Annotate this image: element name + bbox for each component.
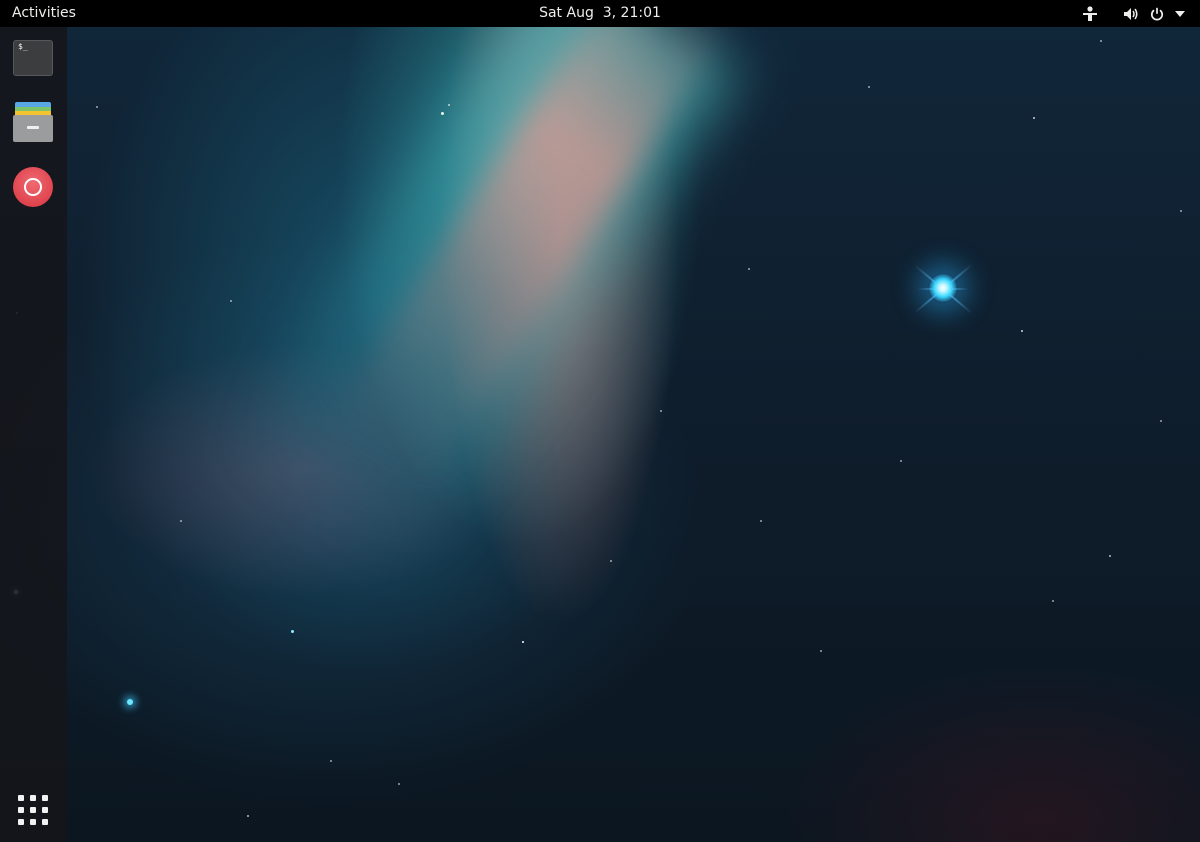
dash-item-help[interactable] bbox=[10, 164, 56, 210]
dash: $_ bbox=[0, 27, 67, 842]
terminal-prompt: $_ bbox=[18, 42, 28, 51]
top-bar: Activities Sat Aug 3, 21:01 bbox=[0, 0, 1200, 27]
star bbox=[610, 560, 612, 562]
star bbox=[441, 112, 444, 115]
star bbox=[330, 760, 332, 762]
star bbox=[820, 650, 822, 652]
terminal-icon: $_ bbox=[13, 40, 53, 76]
star bbox=[748, 268, 750, 270]
system-menu-arrow-icon bbox=[1175, 10, 1185, 17]
star bbox=[180, 520, 182, 522]
star bbox=[522, 641, 524, 643]
dash-item-files[interactable] bbox=[10, 99, 56, 145]
activities-button[interactable]: Activities bbox=[0, 0, 88, 27]
star bbox=[1100, 40, 1102, 42]
star bbox=[1021, 330, 1023, 332]
star bbox=[660, 410, 662, 412]
clock-button[interactable]: Sat Aug 3, 21:01 bbox=[539, 5, 661, 21]
files-icon bbox=[13, 102, 53, 142]
show-applications-button[interactable] bbox=[16, 793, 50, 827]
star bbox=[900, 460, 902, 462]
star bbox=[1180, 210, 1182, 212]
help-icon bbox=[13, 167, 53, 207]
star bbox=[868, 86, 870, 88]
star bbox=[760, 520, 762, 522]
volume-icon bbox=[1123, 6, 1139, 22]
power-menu[interactable] bbox=[1144, 0, 1170, 27]
star bbox=[398, 783, 400, 785]
star bbox=[1109, 555, 1111, 557]
star bbox=[1033, 117, 1035, 119]
power-icon bbox=[1150, 7, 1164, 21]
apps-grid-icon bbox=[18, 795, 24, 801]
star bbox=[247, 815, 249, 817]
star bbox=[448, 104, 450, 106]
desktop-wallpaper bbox=[0, 0, 1200, 842]
accessibility-menu[interactable] bbox=[1070, 0, 1110, 27]
system-menu-button[interactable] bbox=[1170, 0, 1190, 27]
accessibility-icon bbox=[1081, 5, 1099, 22]
bright-star bbox=[928, 273, 958, 303]
star bbox=[96, 106, 98, 108]
star bbox=[1052, 600, 1054, 602]
star bbox=[230, 300, 232, 302]
star bbox=[291, 630, 294, 633]
system-tray bbox=[1070, 0, 1200, 27]
clock-container: Sat Aug 3, 21:01 bbox=[0, 0, 1200, 27]
star bbox=[127, 699, 133, 705]
star bbox=[1160, 420, 1162, 422]
volume-menu[interactable] bbox=[1118, 0, 1144, 27]
dash-item-terminal[interactable]: $_ bbox=[10, 35, 56, 81]
